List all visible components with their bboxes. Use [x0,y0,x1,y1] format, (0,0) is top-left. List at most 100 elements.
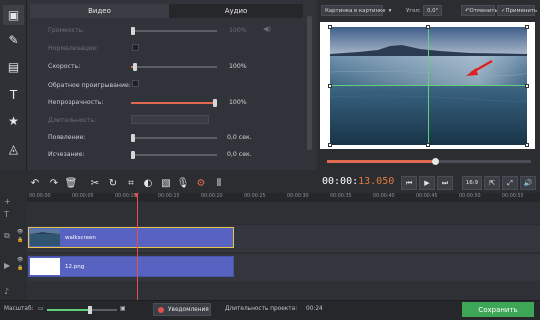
reverse-label: Обратное проигрывание: [48,82,131,89]
video-track-icon: ▶ [4,261,11,270]
apply-label: Применить [505,7,538,14]
crop-icon[interactable]: ⌗ [124,177,138,190]
notifications-button[interactable]: Уведомления [153,303,211,316]
previous-frame-button[interactable]: ⏮ [401,176,417,190]
rotate-icon[interactable]: ↻ [106,177,120,190]
playback-progress-fill [327,160,435,163]
tab-video[interactable]: Видео [30,4,169,18]
left-toolbar: ▣ ✎ ▤ T ★ ◬ ☰ [0,0,27,190]
image-icon[interactable]: ▧ [159,177,173,190]
next-frame-button[interactable]: ⏭ [437,176,453,190]
eye-icon[interactable]: 👁 [17,229,23,235]
zoom-out-icon[interactable]: ▭ [38,305,44,312]
playback-progress-bar[interactable] [327,158,531,165]
timecode-display: 00:00:13.050 [322,176,394,187]
resize-handle-tl[interactable] [328,25,332,29]
clip-properties-panel: Видео Аудио Громкость: 100% ◀) Нормализа… [27,0,317,190]
film-strip-icon[interactable]: ▤ [3,57,24,77]
playhead[interactable] [137,193,138,300]
film-clip-icon[interactable]: ▣ [3,5,24,25]
notification-dot-icon [158,306,164,313]
resize-handle-t[interactable] [426,25,430,29]
settings-gear-icon[interactable]: ⚙ [194,177,208,190]
equalizer-icon[interactable]: ⫴ [212,177,226,190]
resize-handle-b[interactable] [426,143,430,147]
play-button[interactable]: ▶ [419,176,435,190]
opacity-slider[interactable] [131,99,217,107]
timeline-ruler[interactable]: 00:00:00 00:00:05 00:00:10 00:00:15 00:0… [27,193,540,202]
ruler-tick: 00:00:35 [330,194,352,199]
timecode-main: 00:00: [322,176,359,187]
pip-mode-select[interactable]: Картинка в картинке ▾ [321,5,391,16]
fade-out-slider-knob[interactable] [131,151,135,159]
opacity-label: Непрозрачность: [48,99,104,106]
preview-image[interactable] [330,27,527,145]
reverse-checkbox[interactable] [132,80,139,87]
angle-input[interactable]: 0,0° [423,5,442,16]
undo-icon[interactable]: ↶ [28,177,42,190]
resize-handle-br[interactable] [525,143,529,147]
lock-icon[interactable]: 🔒 [17,237,23,243]
delete-icon[interactable]: 🗑 [64,177,78,190]
magic-wand-icon[interactable]: ✎ [3,30,24,50]
zoom-slider-knob[interactable] [88,306,92,314]
fade-out-slider[interactable] [131,151,217,159]
color-adjust-icon[interactable]: ◐ [141,177,155,190]
cancel-button[interactable]: ↶ Отменить [461,5,498,16]
resize-handle-l[interactable] [328,84,332,88]
cut-icon[interactable]: ✂ [88,177,102,190]
fade-in-slider[interactable] [131,134,217,142]
tab-audio[interactable]: Аудио [169,4,303,18]
properties-scrollbar[interactable] [307,16,312,150]
add-track-icon[interactable]: + [4,197,11,206]
zoom-in-icon[interactable]: ▣ [120,305,126,312]
apply-button[interactable]: ✓ Применить [497,5,538,16]
aspect-ratio-label: 16:9 [465,180,479,186]
ruler-tick: 00:00:50 [459,194,481,199]
normalize-checkbox[interactable] [132,44,139,51]
playhead-marker-icon[interactable]: ▼ [134,192,139,199]
aspect-ratio-button[interactable]: 16:9 [462,176,482,190]
resize-handle-bl[interactable] [328,143,332,147]
resize-handle-tr[interactable] [525,25,529,29]
lock-icon[interactable]: 🔒 [17,265,23,271]
save-button[interactable]: Сохранить [462,302,534,317]
opacity-value: 100% [229,99,247,106]
image-clip[interactable]: 12.png [28,256,234,277]
speaker-icon[interactable]: ◀) [263,25,271,33]
microphone-icon[interactable]: 🎙 [176,177,190,190]
redo-icon[interactable]: ↷ [47,177,61,190]
guide-line-vertical [428,27,429,145]
ruler-tick: 00:00:15 [158,194,180,199]
text-icon[interactable]: T [3,85,24,105]
pip-mode-label: Картинка в картинке [325,7,386,14]
volume-slider-knob[interactable] [131,27,135,35]
timecode-sub: 13.050 [358,176,395,187]
volume-button[interactable]: 🔊 [520,176,536,190]
volume-slider[interactable] [131,27,217,35]
playback-progress-knob[interactable] [432,158,439,165]
fade-in-slider-knob[interactable] [131,134,135,142]
eye-icon[interactable]: 👁 [17,257,23,263]
shapes-icon[interactable]: ◬ [3,139,24,159]
zoom-slider-fill [47,309,90,311]
export-frame-button[interactable]: ⇱ [484,176,500,190]
video-clip[interactable]: walkscreen [28,227,234,248]
ruler-tick: 00:00:00 [29,194,51,199]
tab-audio-label: Аудио [224,7,248,15]
opacity-slider-knob[interactable] [213,99,217,107]
speed-slider[interactable] [131,63,217,71]
zoom-slider[interactable] [47,306,117,314]
fullscreen-button[interactable]: ⤢ [502,176,518,190]
speed-value: 100% [229,63,247,70]
resize-handle-r[interactable] [525,84,529,88]
opacity-slider-fill [131,102,217,104]
volume-value: 100% [229,27,247,34]
ruler-tick: 00:00:55 [502,194,524,199]
duration-label: Длительность: [48,117,97,124]
star-sticker-icon[interactable]: ★ [3,111,24,131]
speed-slider-knob[interactable] [133,63,137,71]
video-clip-label: walkscreen [65,235,96,241]
track-headers: + T ⧉ 👁 🔒 ▶ 👁 🔒 ♪ [0,193,27,300]
ruler-tick: 00:00:40 [373,194,395,199]
